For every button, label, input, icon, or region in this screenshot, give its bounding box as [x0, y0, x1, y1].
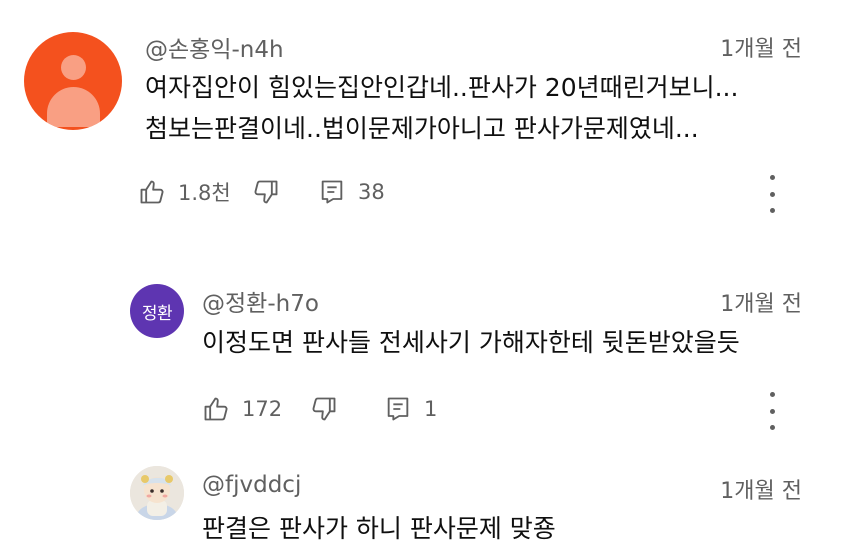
more-vert-icon[interactable] [762, 392, 782, 430]
dislike-button[interactable] [252, 175, 280, 209]
avatar-head-shape [61, 55, 86, 80]
avatar[interactable]: 정환 [130, 284, 184, 338]
thumb-down-icon [310, 395, 338, 423]
avatar[interactable] [24, 32, 122, 130]
comment-author[interactable]: @fjvddcj [202, 472, 301, 498]
like-count: 172 [242, 397, 283, 421]
comment-time: 1개월 전 [720, 37, 802, 62]
comment-reply-item: @fjvddcj 1개월 전 판결은 판사가 하니 판사문제 맞죵 [0, 430, 854, 553]
reply-comment-icon [318, 178, 346, 206]
avatar[interactable] [130, 466, 184, 520]
reply-count: 1 [424, 397, 438, 421]
more-vert-icon[interactable] [762, 175, 782, 213]
comment-item: @손홍익-n4h 1개월 전 여자집안이 힘있는집안인갑네..판사가 20년때린… [0, 0, 854, 230]
reply-count: 38 [358, 180, 385, 204]
comment-author[interactable]: @손홍익-n4h [145, 30, 284, 64]
thumb-up-icon [138, 178, 166, 206]
comment-actions: 1.8천 38 [138, 175, 758, 209]
like-button[interactable]: 1.8천 [138, 175, 231, 209]
doll-photo-avatar [130, 466, 184, 520]
comment-actions: 172 1 [202, 392, 762, 426]
comment-text-line: 여자집안이 힘있는집안인갑네..판사가 20년때린거보니... [145, 73, 739, 102]
dislike-button[interactable] [310, 392, 338, 426]
comment-text-line: 첨보는판결이네..법이문제가아니고 판사가문제였네... [145, 114, 699, 143]
thumb-up-icon [202, 395, 230, 423]
comment-text-line: 판결은 판사가 하니 판사문제 맞죵 [202, 514, 556, 543]
avatar-body-shape [47, 87, 100, 127]
comment-text-line: 이정도면 판사들 전세사기 가해자한테 뒷돈받았을듯 [202, 328, 740, 357]
thumb-down-icon [252, 178, 280, 206]
comment-reply-item: 정환 @정환-h7o 1개월 전 이정도면 판사들 전세사기 가해자한테 뒷돈받… [0, 230, 854, 430]
comment-author[interactable]: @정환-h7o [202, 284, 319, 318]
reply-comment-icon [384, 395, 412, 423]
reply-button[interactable]: 1 [384, 392, 437, 426]
like-count: 1.8천 [178, 181, 231, 205]
comment-time: 1개월 전 [720, 479, 802, 504]
comment-time: 1개월 전 [720, 292, 802, 317]
like-button[interactable]: 172 [202, 392, 282, 426]
reply-button[interactable]: 38 [318, 175, 385, 209]
